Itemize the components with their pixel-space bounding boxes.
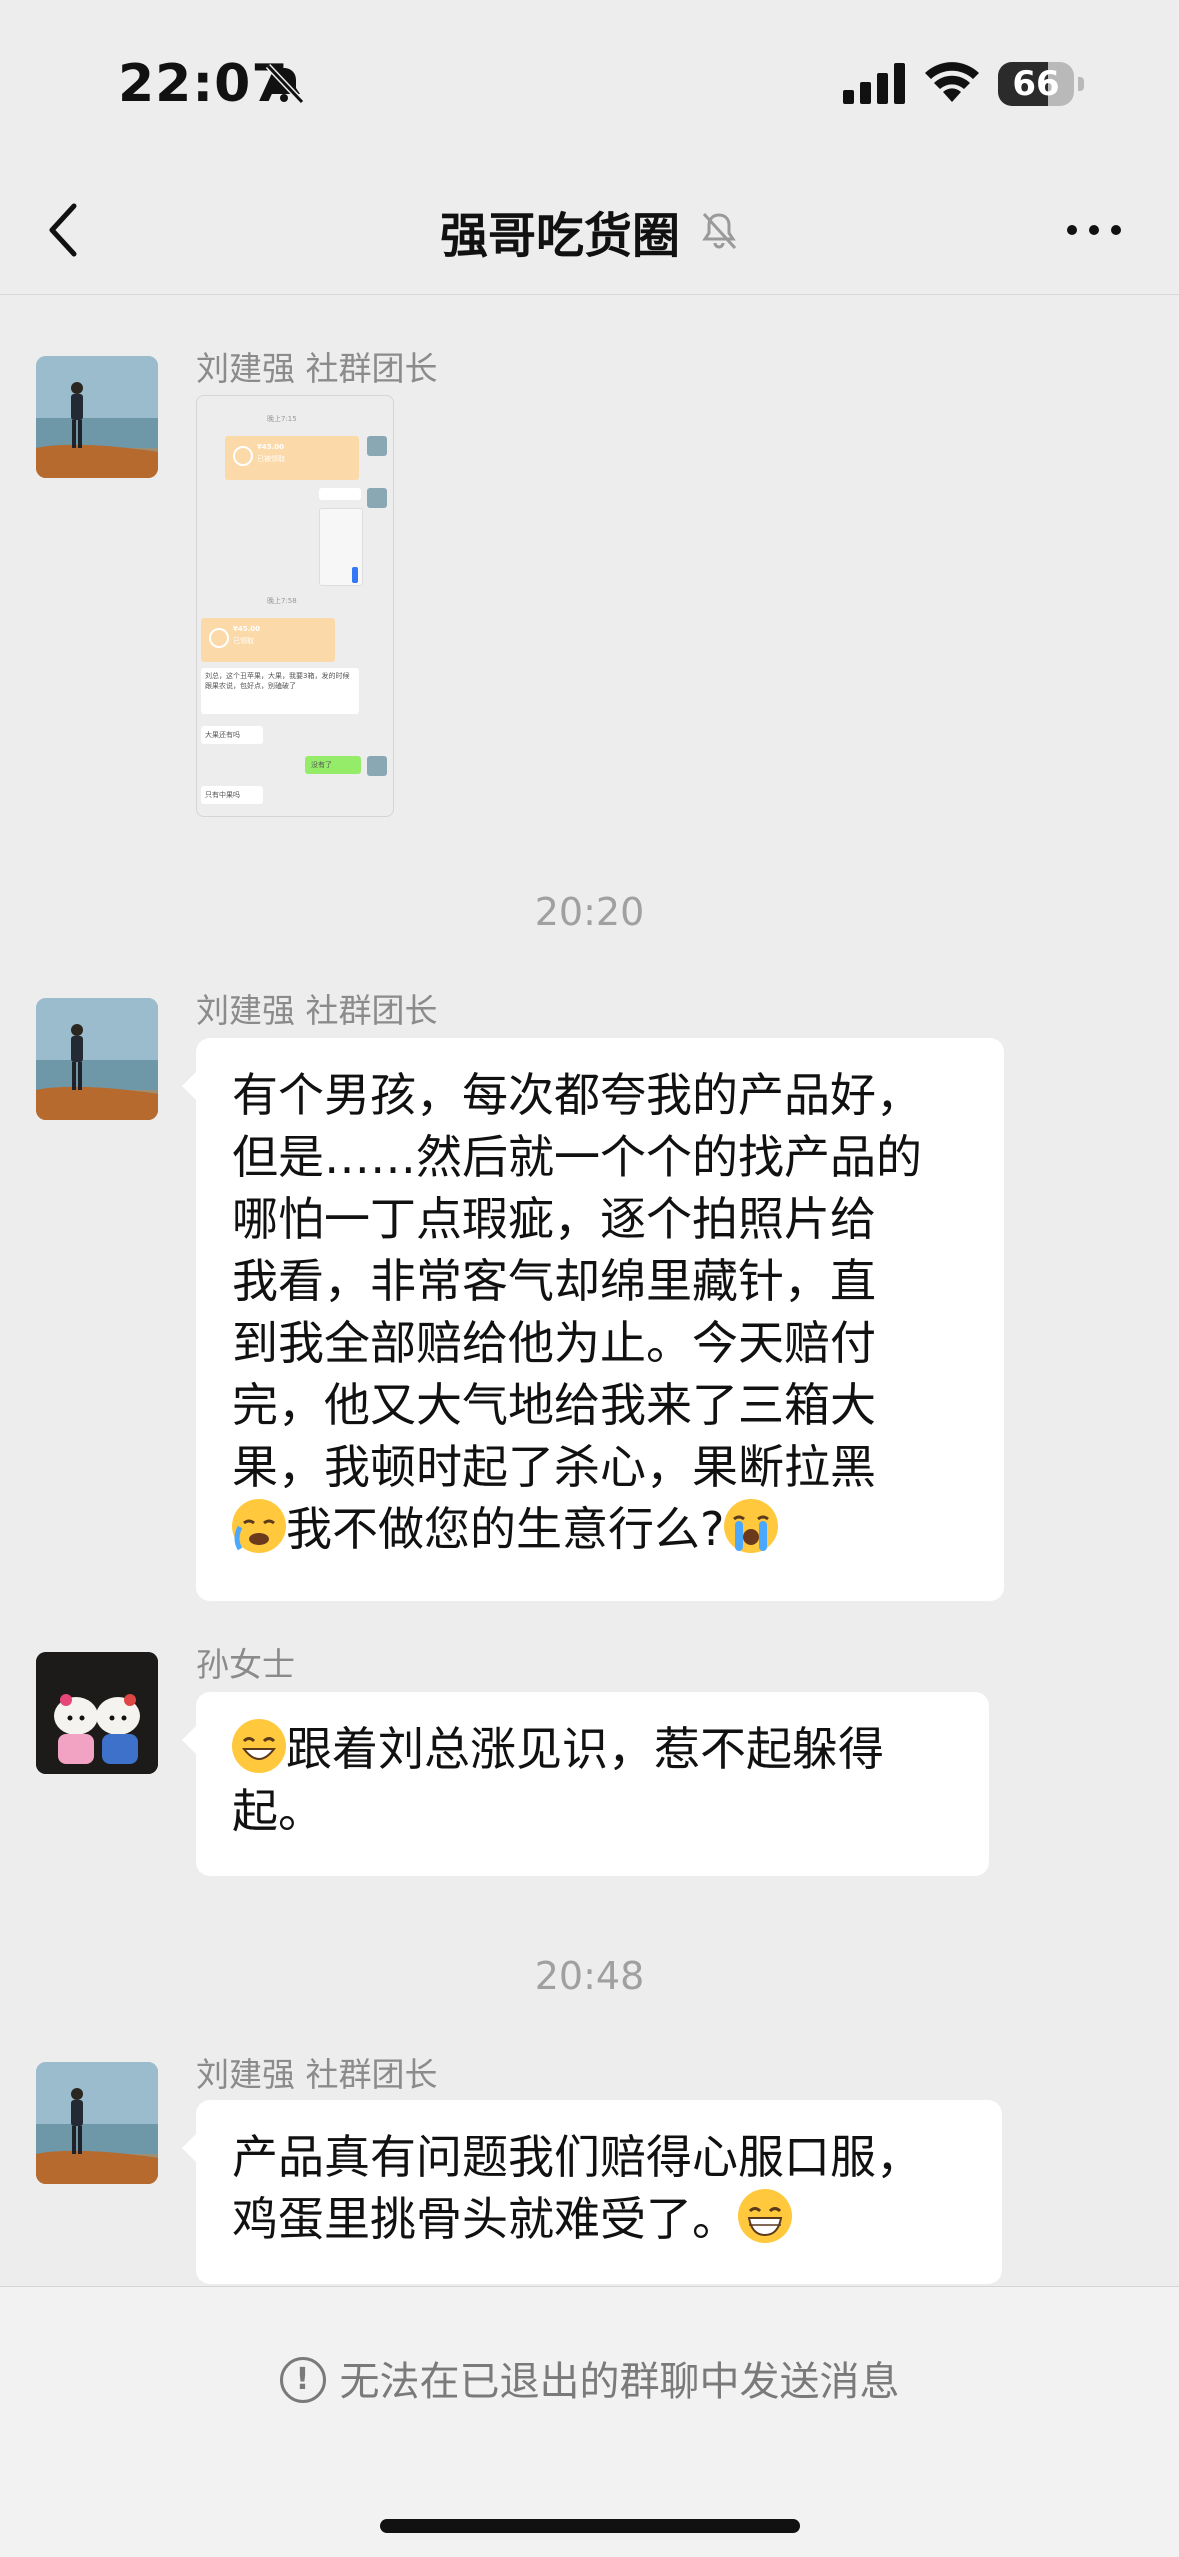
wifi-icon xyxy=(925,62,979,102)
thumb-transfer: ¥45.00 已被领取 xyxy=(225,436,359,480)
message-line: 有个男孩，每次都夸我的产品好， xyxy=(232,1068,922,1122)
avatar[interactable] xyxy=(36,998,158,1120)
thumb-keypad xyxy=(319,508,363,586)
status-bar: 22:07 66 xyxy=(0,0,1179,170)
battery-level: 66 xyxy=(1012,64,1060,104)
avatar[interactable] xyxy=(36,356,158,478)
message-bubble[interactable]: 产品真有问题我们赔得心服口服， 鸡蛋里挑骨头就难受了。 xyxy=(182,2100,1002,2284)
battery-icon: 66 xyxy=(998,62,1084,106)
message-line-text: 跟着刘总涨见识，惹不起躲得 xyxy=(286,1722,884,1776)
avatar[interactable] xyxy=(36,1652,158,1774)
loudly-crying-face-icon xyxy=(724,1499,779,1553)
message-line: 我看，非常客气却绵里藏针，直 xyxy=(232,1254,876,1308)
bell-slash-icon xyxy=(702,212,737,250)
message-bubble[interactable]: 有个男孩，每次都夸我的产品好， 但是……然后就一个个的找产品的 哪怕一丁点瑕疵，… xyxy=(182,1038,1004,1601)
thumb-msg: 刘总，这个丑苹果，大果，我要3箱，发的时候跟果农说，包好点，别磕破了 xyxy=(201,668,359,714)
chat-title: 强哥吃货圈 xyxy=(439,208,680,264)
timestamp: 20:20 xyxy=(534,890,645,934)
thumb-time: 晚上7:15 xyxy=(267,415,297,423)
home-indicator[interactable] xyxy=(380,2519,800,2533)
exited-group-notice: ! 无法在已退出的群聊中发送消息 xyxy=(0,2349,1179,2407)
sender-name: 刘建强 社群团长 xyxy=(196,2055,438,2094)
message-bubble[interactable]: 跟着刘总涨见识，惹不起躲得 起。 xyxy=(182,1692,989,1876)
message-line: 但是……然后就一个个的找产品的 xyxy=(232,1130,922,1184)
more-dots-icon[interactable] xyxy=(1064,220,1124,240)
message-line: 产品真有问题我们赔得心服口服， xyxy=(232,2130,922,2184)
nav-bar: 强哥吃货圈 xyxy=(0,170,1179,295)
message-line: 鸡蛋里挑骨头就难受了。 xyxy=(232,2188,966,2250)
message-line: 我不做您的生意行么? xyxy=(232,1498,968,1560)
info-circle-icon: ! xyxy=(279,2357,326,2403)
message-line: 完，他又大气地给我来了三箱大 xyxy=(232,1378,876,1432)
sender-name: 刘建强 社群团长 xyxy=(196,991,438,1030)
footer-bar: ! 无法在已退出的群聊中发送消息 xyxy=(0,2286,1179,2557)
message-line: 起。 xyxy=(232,1784,324,1838)
timestamp: 20:48 xyxy=(534,1954,645,1998)
avatar[interactable] xyxy=(36,2062,158,2184)
message-line-text: 鸡蛋里挑骨头就难受了。 xyxy=(232,2192,738,2246)
signal-icon xyxy=(843,63,905,104)
crying-face-icon xyxy=(232,1499,286,1553)
image-message[interactable]: 晚上7:15 ¥45.00 已被领取 晚上7:58 ¥45.00 已领取 刘总，… xyxy=(196,395,394,817)
sender-name: 孙女士 xyxy=(196,1645,295,1684)
notice-text: 无法在已退出的群聊中发送消息 xyxy=(339,2359,900,2405)
message-line: 果，我顿时起了杀心，果断拉黑 xyxy=(232,1440,876,1494)
thumb-transfer: ¥45.00 已领取 xyxy=(201,618,335,662)
message-line: 到我全部赔给他为止。今天赔付 xyxy=(232,1316,876,1370)
message-line: 跟着刘总涨见识，惹不起躲得 xyxy=(232,1718,953,1780)
bell-slash-icon xyxy=(265,63,305,105)
grinning-squint-face-icon xyxy=(738,2189,792,2243)
sender-name: 刘建强 社群团长 xyxy=(196,349,438,388)
grinning-face-icon xyxy=(232,1719,286,1773)
message-line: 哪怕一丁点瑕疵，逐个拍照片给 xyxy=(232,1192,876,1246)
message-line-text: 我不做您的生意行么? xyxy=(286,1502,725,1556)
